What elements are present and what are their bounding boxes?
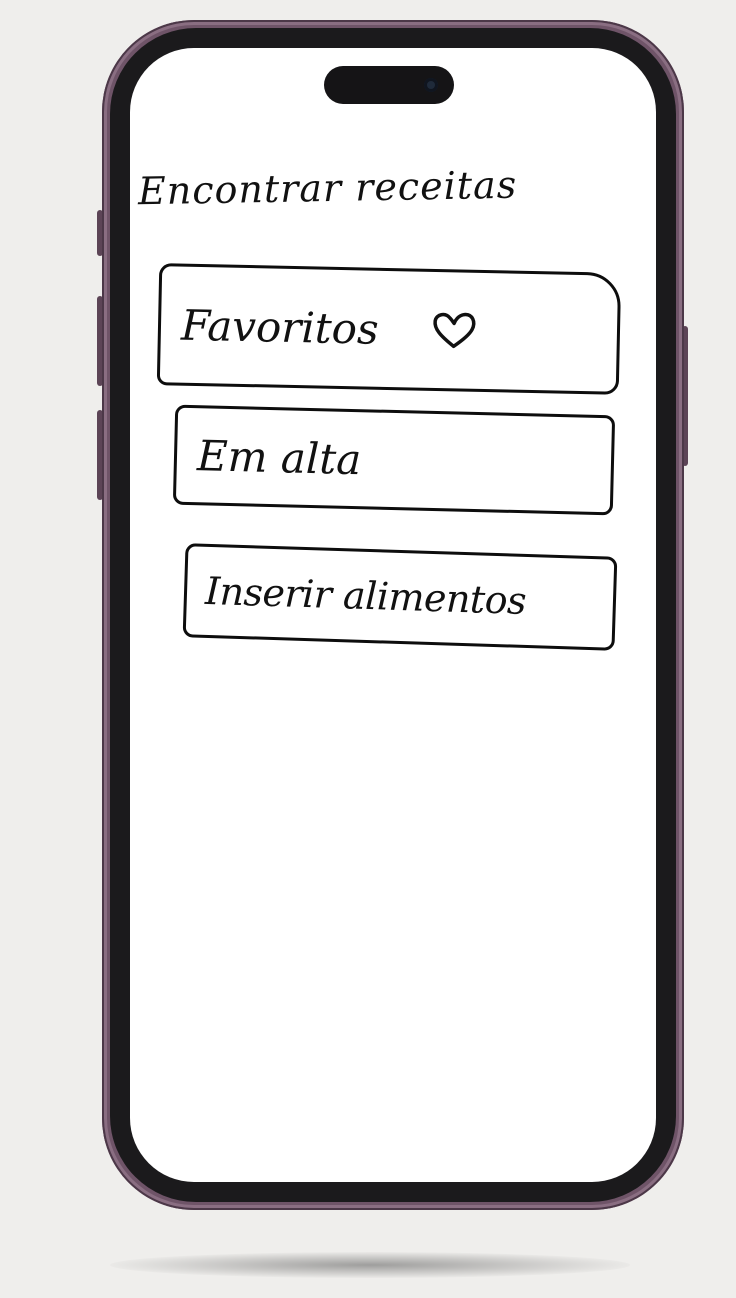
favoritos-label: Favoritos	[180, 300, 380, 354]
front-camera-icon	[424, 78, 438, 92]
heart-icon	[432, 312, 476, 349]
favoritos-button[interactable]: Favoritos	[156, 263, 622, 395]
em-alta-label: Em alta	[196, 430, 362, 484]
phone-shadow	[110, 1252, 630, 1278]
inserir-alimentos-label: Inserir alimentos	[204, 568, 527, 623]
em-alta-button[interactable]: Em alta	[172, 404, 616, 516]
inserir-alimentos-button[interactable]: Inserir alimentos	[182, 543, 618, 651]
mockup-stage: Encontrar receitas Favoritos Em alta Ins…	[0, 0, 736, 1298]
dynamic-island	[324, 66, 454, 104]
phone-screen: Encontrar receitas Favoritos Em alta Ins…	[130, 48, 656, 1182]
page-title: Encontrar receitas	[137, 162, 518, 214]
